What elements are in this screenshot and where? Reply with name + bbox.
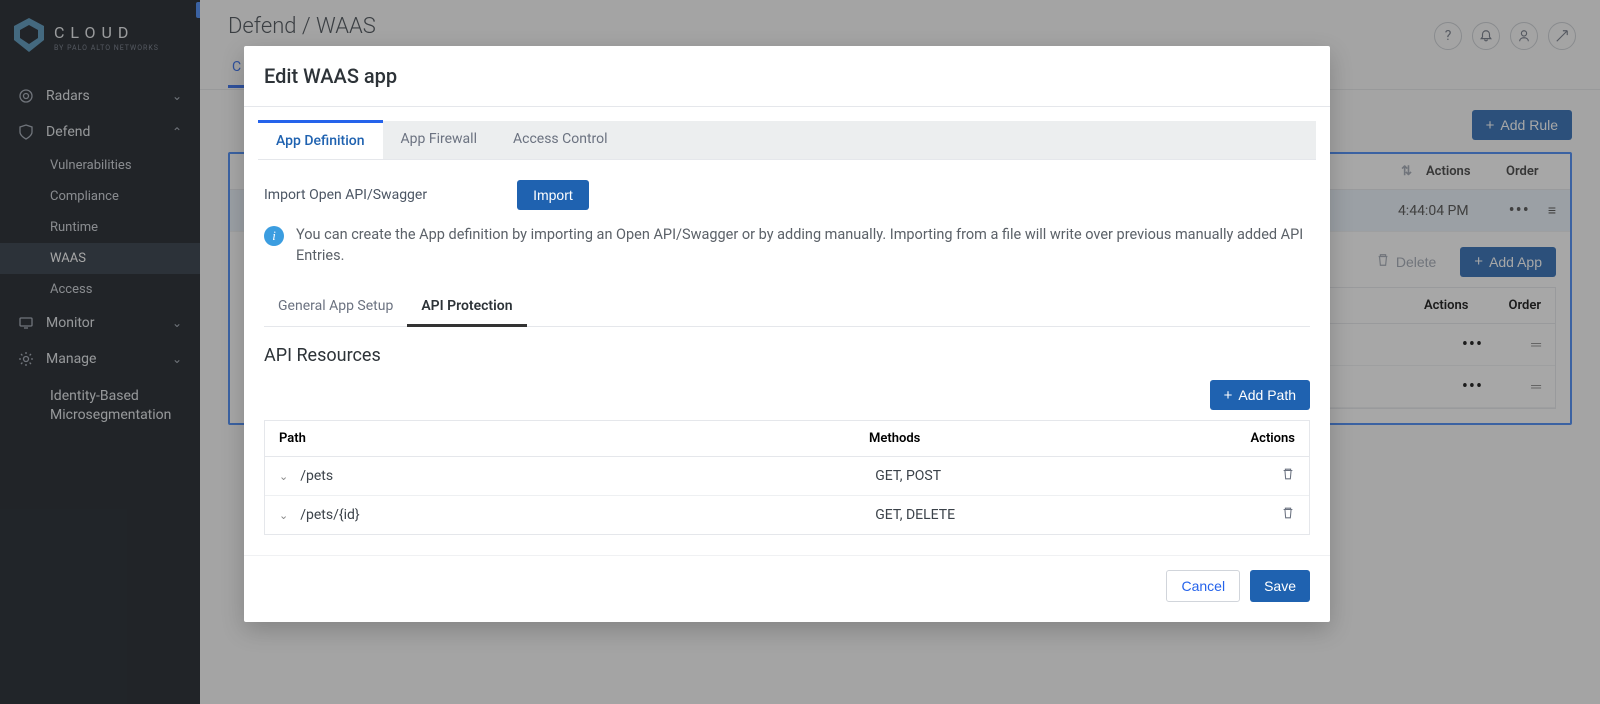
api-path: /pets/{id} <box>300 507 875 523</box>
api-methods: GET, POST <box>875 468 1225 484</box>
modal-tabs: App Definition App Firewall Access Contr… <box>258 121 1316 160</box>
col-methods: Methods <box>869 431 1225 446</box>
subtab-general-setup[interactable]: General App Setup <box>264 290 407 326</box>
sub-tabs: General App Setup API Protection <box>264 290 1310 327</box>
api-row: ⌄ /pets GET, POST <box>265 457 1309 496</box>
info-text: You can create the App definition by imp… <box>296 224 1310 266</box>
edit-waas-modal: Edit WAAS app App Definition App Firewal… <box>244 46 1330 622</box>
section-title: API Resources <box>264 345 1310 366</box>
import-button[interactable]: Import <box>517 180 589 210</box>
plus-icon: + <box>1224 388 1233 403</box>
add-path-button[interactable]: + Add Path <box>1210 380 1310 410</box>
api-methods: GET, DELETE <box>875 507 1225 523</box>
api-path: /pets <box>300 468 875 484</box>
modal-footer: Cancel Save <box>244 555 1330 622</box>
tab-access-control[interactable]: Access Control <box>495 121 626 159</box>
save-button[interactable]: Save <box>1250 570 1310 602</box>
cancel-button[interactable]: Cancel <box>1166 570 1240 602</box>
delete-row-button[interactable] <box>1225 506 1295 524</box>
expand-icon[interactable]: ⌄ <box>279 509 288 522</box>
info-icon: i <box>264 226 284 246</box>
modal-header: Edit WAAS app <box>244 46 1330 107</box>
import-label: Import Open API/Swagger <box>264 187 427 203</box>
tab-app-firewall[interactable]: App Firewall <box>383 121 495 159</box>
col-path: Path <box>279 431 869 446</box>
delete-row-button[interactable] <box>1225 467 1295 485</box>
col-actions: Actions <box>1225 431 1295 446</box>
button-label: Add Path <box>1238 387 1296 403</box>
expand-icon[interactable]: ⌄ <box>279 470 288 483</box>
modal-body: Import Open API/Swagger Import i You can… <box>244 160 1330 555</box>
api-resources-table: Path Methods Actions ⌄ /pets GET, POST ⌄… <box>264 420 1310 535</box>
modal-title: Edit WAAS app <box>264 64 1310 88</box>
subtab-api-protection[interactable]: API Protection <box>407 290 526 327</box>
tab-app-definition[interactable]: App Definition <box>258 120 383 159</box>
api-row: ⌄ /pets/{id} GET, DELETE <box>265 496 1309 534</box>
